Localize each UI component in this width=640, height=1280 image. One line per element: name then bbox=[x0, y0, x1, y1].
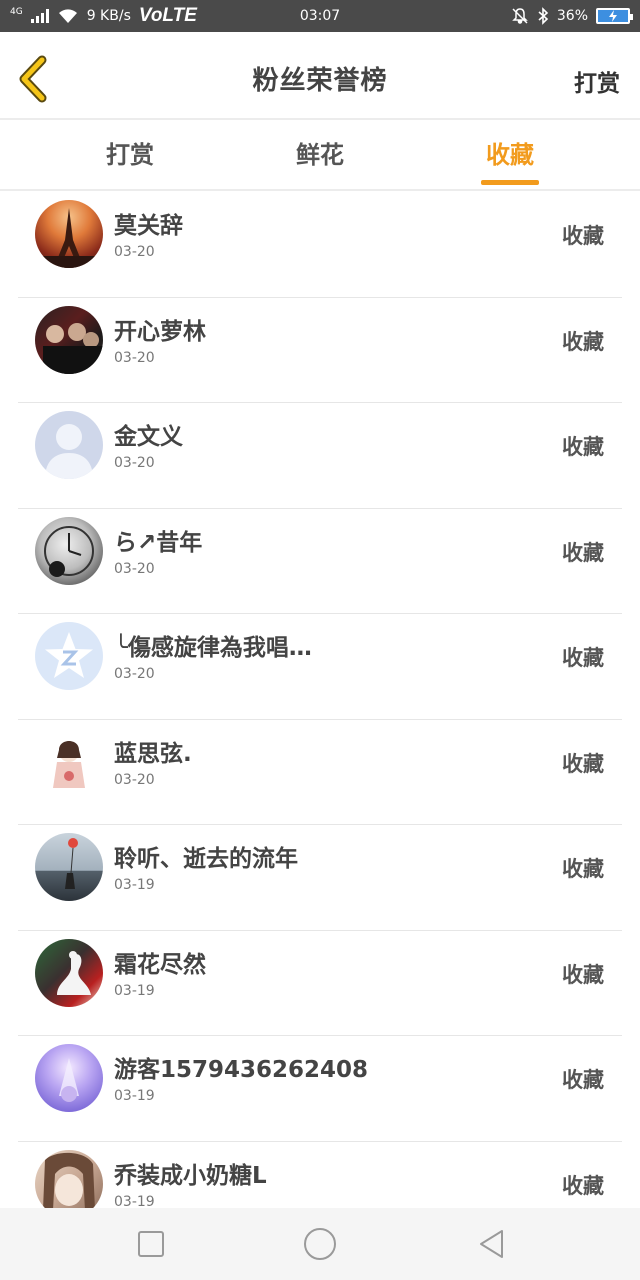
home-button[interactable] bbox=[300, 1224, 340, 1264]
avatar bbox=[35, 516, 103, 585]
favorite-label: 收藏 bbox=[562, 224, 604, 248]
favorite-label: 收藏 bbox=[562, 646, 604, 670]
date: 03-20 bbox=[114, 349, 155, 366]
list-item[interactable]: 乔装成小奶糖L 03-19 收藏 bbox=[18, 1142, 622, 1209]
avatar bbox=[35, 1149, 103, 1208]
back-nav-button[interactable] bbox=[474, 1226, 510, 1262]
default-avatar-icon bbox=[35, 411, 103, 479]
favorite-label: 收藏 bbox=[562, 751, 604, 776]
avatar bbox=[35, 305, 103, 374]
date: 03-19 bbox=[114, 1193, 155, 1209]
list-item[interactable]: 开心萝林 03-20 收藏 bbox=[18, 298, 622, 403]
header-bar: 粉丝荣誉榜 打赏 bbox=[0, 32, 640, 120]
list-item[interactable]: 金文义 03-20 收藏 bbox=[18, 403, 622, 509]
recent-apps-button[interactable] bbox=[133, 1226, 169, 1262]
list-item[interactable]: 霜花尽然 03-19 收藏 bbox=[18, 931, 622, 1036]
favorite-label: 收藏 bbox=[562, 1068, 604, 1092]
tab-favorites[interactable]: 收藏 bbox=[450, 135, 570, 170]
user-name: 游客1579436262408 bbox=[114, 1057, 369, 1083]
favorite-label: 收藏 bbox=[562, 1173, 604, 1198]
square-icon bbox=[138, 1231, 164, 1257]
fan-list: 莫关辞 03-20 收藏 开心萝林 03-20 收藏 金文义 03-20 收藏 … bbox=[0, 192, 640, 1208]
date: 03-20 bbox=[114, 771, 155, 788]
date: 03-19 bbox=[114, 877, 155, 893]
user-name: 聆听、逝去的流年 bbox=[114, 846, 298, 872]
user-name: 开心萝林 bbox=[114, 318, 206, 345]
mute-bell-icon bbox=[512, 8, 528, 24]
volte-indicator: VoLTE bbox=[138, 5, 197, 26]
list-item[interactable]: ╰傷感旋律為我唱… 03-20 收藏 bbox=[18, 614, 622, 720]
triangle-back-icon bbox=[480, 1230, 503, 1258]
bluetooth-icon bbox=[538, 7, 549, 25]
favorite-label: 收藏 bbox=[562, 540, 604, 565]
date: 03-19 bbox=[114, 982, 155, 999]
circle-icon bbox=[304, 1228, 336, 1260]
avatar bbox=[35, 938, 103, 1007]
date: 03-20 bbox=[114, 560, 155, 577]
qq-star-avatar-icon bbox=[35, 622, 103, 690]
list-item[interactable]: 莫关辞 03-20 收藏 bbox=[18, 192, 622, 298]
tab-reward[interactable]: 打赏 bbox=[70, 135, 190, 170]
battery-percent: 36% bbox=[556, 8, 588, 24]
avatar bbox=[35, 1044, 103, 1112]
tab-bar: 打赏 鲜花 收藏 bbox=[0, 121, 640, 191]
favorite-label: 收藏 bbox=[562, 329, 604, 354]
tab-flowers[interactable]: 鲜花 bbox=[260, 135, 380, 170]
user-name: 莫关辞 bbox=[114, 213, 183, 239]
wifi-icon bbox=[58, 9, 77, 23]
avatar bbox=[35, 200, 103, 268]
date: 03-19 bbox=[114, 1088, 155, 1104]
user-name: 霜花尽然 bbox=[114, 951, 206, 978]
system-nav-bar bbox=[0, 1208, 640, 1280]
user-name: 金文义 bbox=[114, 424, 183, 450]
reward-button[interactable]: 打赏 bbox=[574, 64, 620, 98]
date: 03-20 bbox=[114, 244, 155, 260]
list-item[interactable]: ら↗昔年 03-20 收藏 bbox=[18, 509, 622, 614]
status-bar: 4G 9 KB/s VoLTE 03:07 36% bbox=[0, 0, 640, 32]
network-type: 4G bbox=[10, 7, 23, 17]
avatar bbox=[35, 727, 103, 796]
user-name: ╰傷感旋律為我唱… bbox=[114, 635, 312, 661]
date: 03-20 bbox=[114, 666, 155, 682]
date: 03-20 bbox=[114, 455, 155, 471]
favorite-label: 收藏 bbox=[562, 435, 604, 459]
avatar bbox=[35, 833, 103, 901]
page-title: 粉丝荣誉榜 bbox=[252, 66, 388, 96]
list-item[interactable]: 聆听、逝去的流年 03-19 收藏 bbox=[18, 825, 622, 931]
favorite-label: 收藏 bbox=[562, 857, 604, 881]
list-item[interactable]: 游客1579436262408 03-19 收藏 bbox=[18, 1036, 622, 1142]
favorite-label: 收藏 bbox=[562, 962, 604, 987]
network-speed: 9 KB/s bbox=[86, 8, 131, 24]
active-tab-indicator bbox=[481, 180, 539, 185]
battery-charging-icon bbox=[596, 8, 633, 24]
user-name: 蓝思弦. bbox=[114, 740, 192, 767]
user-name: 乔装成小奶糖L bbox=[114, 1162, 267, 1189]
list-item[interactable]: 蓝思弦. 03-20 收藏 bbox=[18, 720, 622, 825]
user-name: ら↗昔年 bbox=[114, 529, 203, 556]
signal-icon bbox=[30, 9, 49, 23]
